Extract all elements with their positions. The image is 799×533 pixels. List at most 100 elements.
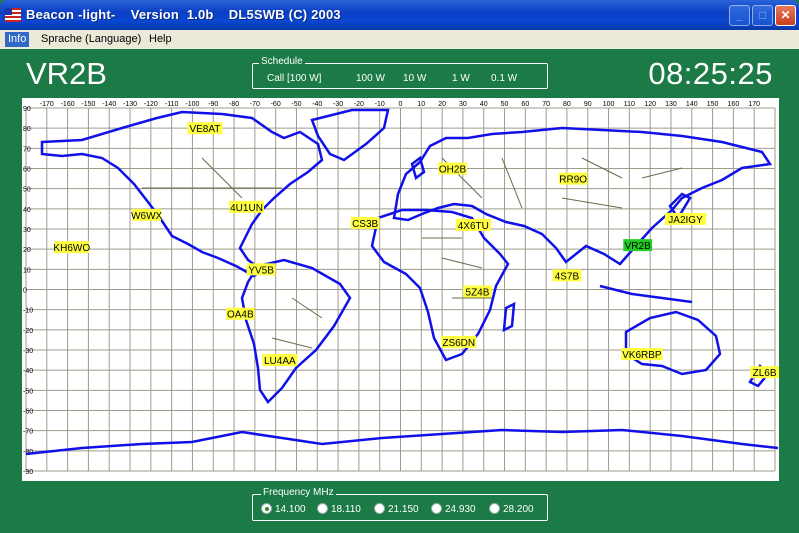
app-icon[interactable] [5, 7, 21, 23]
window-title: Beacon -light- Version 1.0b DL5SWB (C) 2… [26, 7, 341, 22]
menu-info[interactable]: Info [5, 32, 30, 47]
longitude-label: -10 [375, 101, 385, 108]
freq-label: 21.150 [388, 504, 419, 515]
freq-label: 28.200 [503, 504, 534, 515]
beacon-callsign: W6WX [131, 211, 162, 222]
longitude-label: -60 [271, 101, 281, 108]
beacon-oh2b[interactable]: OH2B [438, 162, 467, 176]
longitude-label: -130 [123, 101, 137, 108]
longitude-label: 170 [748, 101, 760, 108]
schedule-1w: 1 W [452, 73, 470, 84]
beacon-callsign: LU4AA [264, 356, 296, 367]
freq-radio-21150[interactable]: 21.150 [374, 503, 419, 517]
beacon-callsign: OA4B [227, 310, 254, 321]
current-beacon-callsign: VR2B [26, 56, 107, 91]
title-bar[interactable]: Beacon -light- Version 1.0b DL5SWB (C) 2… [0, 0, 799, 30]
beacon-vr2b[interactable]: VR2B [623, 239, 653, 252]
longitude-label: 130 [665, 101, 677, 108]
island-greenland [310, 108, 390, 162]
longitude-label: -150 [81, 101, 95, 108]
beacon-kh6wo[interactable]: KH6WO [53, 241, 90, 254]
world-map[interactable]: -170 -160 -150 -140 -130 -120 -110 -100 -90 -80 -7… [22, 98, 779, 481]
radio-icon [374, 503, 385, 514]
beacon-callsign: CS3B [352, 219, 378, 230]
menu-bar: Info Sprache (Language) Help [0, 30, 799, 49]
schedule-call: Call [100 W] [267, 73, 322, 84]
beacon-w6wx[interactable]: W6WX [131, 208, 163, 222]
continent-australia [624, 310, 722, 376]
longitude-label: 110 [624, 101, 635, 108]
latitude-label: -90 [23, 469, 33, 476]
beacon-ja2igy[interactable]: JA2IGY [664, 212, 707, 226]
beacon-yv5b[interactable]: YV5B [246, 263, 276, 276]
freq-radio-24930[interactable]: 24.930 [431, 503, 476, 517]
maximize-button[interactable]: □ [752, 5, 773, 26]
beacon-4x6tu[interactable]: 4X6TU [455, 218, 491, 232]
schedule-legend: Schedule [259, 56, 305, 67]
beacon-lu4aa[interactable]: LU4AA [262, 354, 298, 367]
menu-help[interactable]: Help [146, 32, 175, 47]
latitude-label: 10 [23, 267, 31, 274]
latitude-label: 70 [23, 146, 31, 153]
longitude-label: -40 [312, 101, 322, 108]
beacon-callsign: 5Z4B [466, 288, 490, 299]
minimize-button[interactable]: _ [729, 5, 750, 26]
freq-label: 24.930 [445, 504, 476, 515]
longitude-label: 90 [584, 101, 592, 108]
radio-selected-icon [261, 503, 272, 514]
beacon-callsign: ZL6B [753, 368, 777, 379]
beacon-callsign: VK6RBP [622, 350, 662, 361]
beacon-vk6rbp[interactable]: VK6RBP [621, 348, 663, 361]
longitude-label: -80 [229, 101, 239, 108]
schedule-10w: 10 W [403, 73, 427, 84]
beacon-callsign: 4S7B [555, 271, 580, 282]
schedule-100w: 100 W [356, 73, 385, 84]
beacon-zs6dn[interactable]: ZS6DN [441, 335, 477, 349]
latitude-label: 40 [23, 207, 31, 214]
latitude-label: -50 [23, 388, 33, 395]
utc-clock: 08:25:25 [648, 56, 773, 91]
beacon-callsign: OH2B [439, 165, 467, 176]
menu-sprache[interactable]: Sprache (Language) [38, 32, 144, 47]
beacon-callsign: ZS6DN [442, 338, 475, 349]
latitude-label: -30 [23, 348, 33, 355]
latitude-label: 50 [23, 187, 31, 194]
beacon-callsign: JA2IGY [668, 215, 703, 226]
beacon-rr9o[interactable]: RR9O [558, 172, 588, 186]
longitude-label: -30 [333, 101, 343, 108]
freq-radio-18110[interactable]: 18.110 [317, 503, 361, 517]
beacon-cs3b[interactable]: CS3B [350, 216, 380, 230]
close-button[interactable]: ✕ [775, 5, 796, 26]
longitude-label: -160 [61, 101, 75, 108]
beacon-callsign: VE8AT [189, 124, 220, 135]
world-map-canvas: -170 -160 -150 -140 -130 -120 -110 -100 -90 -80 -7… [23, 101, 779, 476]
beacon-callsign: VR2B [625, 241, 651, 252]
longitude-label: -170 [40, 101, 54, 108]
longitude-label: 40 [480, 101, 488, 108]
latitude-label: 30 [23, 227, 31, 234]
beacon-oa4b[interactable]: OA4B [225, 307, 255, 321]
freq-radio-28200[interactable]: 28.200 [489, 503, 534, 517]
beacon-5z4b[interactable]: 5Z4B [463, 285, 492, 299]
schedule-group: Schedule Call [100 W] 100 W 10 W 1 W 0.1… [252, 56, 548, 89]
island-madagascar [502, 301, 516, 333]
continent-africa [370, 208, 510, 362]
longitude-label: 30 [459, 101, 467, 108]
longitude-label: 80 [563, 101, 571, 108]
longitude-label: -90 [208, 101, 218, 108]
beacon-ve8at[interactable]: VE8AT [187, 122, 223, 135]
beacon-callsign: RR9O [559, 175, 587, 186]
latitude-label: -20 [23, 328, 33, 335]
latitude-label: -40 [23, 368, 33, 375]
freq-radio-14100[interactable]: 14.100 [261, 503, 306, 517]
beacon-4s7b[interactable]: 4S7B [552, 269, 582, 282]
latitude-label: 90 [23, 106, 31, 113]
beacon-zl6b[interactable]: ZL6B [750, 366, 779, 379]
latitude-label: 80 [23, 126, 31, 133]
radio-icon [317, 503, 328, 514]
beacon-4u1un[interactable]: 4U1UN [229, 200, 265, 214]
radio-icon [431, 503, 442, 514]
longitude-label: -20 [354, 101, 364, 108]
continents [25, 108, 779, 456]
longitude-label: 50 [501, 101, 509, 108]
